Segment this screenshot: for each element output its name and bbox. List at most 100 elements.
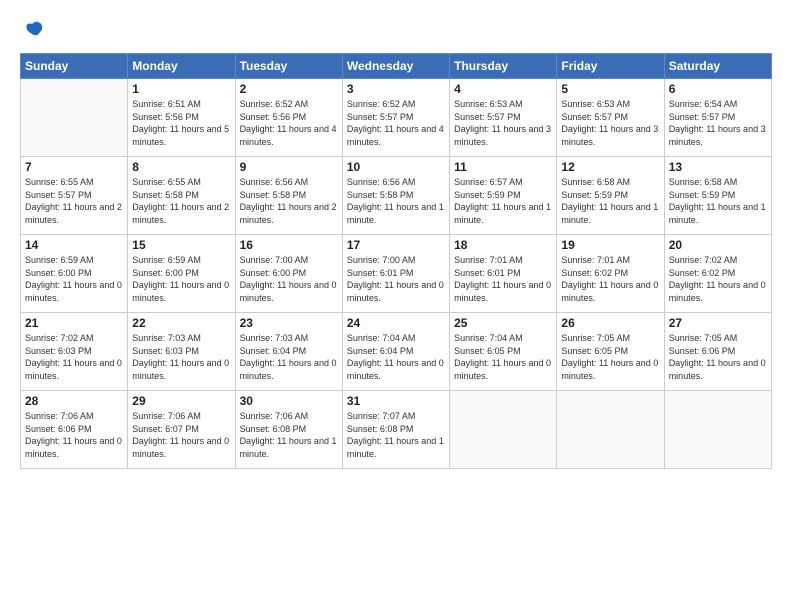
calendar-cell: 3 Sunrise: 6:52 AM Sunset: 5:57 PM Daylig…: [342, 79, 449, 157]
logo: [20, 18, 48, 45]
day-number: 15: [132, 238, 230, 252]
calendar-week-row: 1 Sunrise: 6:51 AM Sunset: 5:56 PM Daylig…: [21, 79, 772, 157]
day-number: 22: [132, 316, 230, 330]
day-info: Sunrise: 7:07 AM Sunset: 6:08 PM Dayligh…: [347, 410, 445, 460]
calendar-day-header: Sunday: [21, 54, 128, 79]
calendar-cell: 12 Sunrise: 6:58 AM Sunset: 5:59 PM Dayli…: [557, 157, 664, 235]
calendar-cell: 16Sunrise: 7:00 AM Sunset: 6:00 PM Dayli…: [235, 235, 342, 313]
calendar-week-row: 28 Sunrise: 7:06 AM Sunset: 6:06 PM Dayli…: [21, 391, 772, 469]
day-number: 7: [25, 160, 123, 174]
day-info: Sunrise: 6:55 AM Sunset: 5:57 PM Dayligh…: [25, 176, 123, 226]
day-info: Sunrise: 7:04 AM Sunset: 6:05 PM Dayligh…: [454, 332, 552, 382]
calendar-day-header: Tuesday: [235, 54, 342, 79]
day-info: Sunrise: 7:06 AM Sunset: 6:08 PM Dayligh…: [240, 410, 338, 460]
calendar-cell: 22 Sunrise: 7:03 AM Sunset: 6:03 PM Dayli…: [128, 313, 235, 391]
calendar-cell: [557, 391, 664, 469]
day-number: 17: [347, 238, 445, 252]
day-info: Sunrise: 7:02 AM Sunset: 6:02 PM Dayligh…: [669, 254, 767, 304]
calendar-cell: 14 Sunrise: 6:59 AM Sunset: 6:00 PM Dayli…: [21, 235, 128, 313]
day-number: 4: [454, 82, 552, 96]
day-info: Sunrise: 6:54 AM Sunset: 5:57 PM Dayligh…: [669, 98, 767, 148]
calendar-header-row: SundayMondayTuesdayWednesdayThursdayFrid…: [21, 54, 772, 79]
day-info: Sunrise: 6:56 AM Sunset: 5:58 PM Dayligh…: [240, 176, 338, 226]
calendar-day-header: Wednesday: [342, 54, 449, 79]
day-info: Sunrise: 7:06 AM Sunset: 6:06 PM Dayligh…: [25, 410, 123, 460]
day-info: Sunrise: 7:06 AM Sunset: 6:07 PM Dayligh…: [132, 410, 230, 460]
calendar-table: SundayMondayTuesdayWednesdayThursdayFrid…: [20, 53, 772, 469]
day-info: Sunrise: 6:59 AM Sunset: 6:00 PM Dayligh…: [132, 254, 230, 304]
day-number: 14: [25, 238, 123, 252]
day-number: 1: [132, 82, 230, 96]
calendar-cell: 13 Sunrise: 6:58 AM Sunset: 5:59 PM Dayli…: [664, 157, 771, 235]
header: [20, 18, 772, 45]
day-number: 29: [132, 394, 230, 408]
day-info: Sunrise: 6:57 AM Sunset: 5:59 PM Dayligh…: [454, 176, 552, 226]
calendar-cell: [450, 391, 557, 469]
day-number: 31: [347, 394, 445, 408]
day-info: Sunrise: 6:56 AM Sunset: 5:58 PM Dayligh…: [347, 176, 445, 226]
day-number: 10: [347, 160, 445, 174]
day-number: 19: [561, 238, 659, 252]
day-info: Sunrise: 6:52 AM Sunset: 5:56 PM Dayligh…: [240, 98, 338, 148]
day-info: Sunrise: 6:55 AM Sunset: 5:58 PM Dayligh…: [132, 176, 230, 226]
calendar-cell: 9 Sunrise: 6:56 AM Sunset: 5:58 PM Daylig…: [235, 157, 342, 235]
day-info: Sunrise: 7:03 AM Sunset: 6:03 PM Dayligh…: [132, 332, 230, 382]
calendar-cell: 5 Sunrise: 6:53 AM Sunset: 5:57 PM Daylig…: [557, 79, 664, 157]
day-number: 8: [132, 160, 230, 174]
day-info: Sunrise: 7:02 AM Sunset: 6:03 PM Dayligh…: [25, 332, 123, 382]
day-info: Sunrise: 6:53 AM Sunset: 5:57 PM Dayligh…: [561, 98, 659, 148]
day-number: 3: [347, 82, 445, 96]
calendar-cell: 27Sunrise: 7:05 AM Sunset: 6:06 PM Dayli…: [664, 313, 771, 391]
day-info: Sunrise: 7:04 AM Sunset: 6:04 PM Dayligh…: [347, 332, 445, 382]
day-number: 9: [240, 160, 338, 174]
day-number: 16: [240, 238, 338, 252]
calendar-cell: 29 Sunrise: 7:06 AM Sunset: 6:07 PM Dayli…: [128, 391, 235, 469]
calendar-cell: 21Sunrise: 7:02 AM Sunset: 6:03 PM Dayli…: [21, 313, 128, 391]
calendar-cell: 25Sunrise: 7:04 AM Sunset: 6:05 PM Dayli…: [450, 313, 557, 391]
day-info: Sunrise: 7:05 AM Sunset: 6:06 PM Dayligh…: [669, 332, 767, 382]
day-number: 2: [240, 82, 338, 96]
day-info: Sunrise: 6:52 AM Sunset: 5:57 PM Dayligh…: [347, 98, 445, 148]
day-info: Sunrise: 7:05 AM Sunset: 6:05 PM Dayligh…: [561, 332, 659, 382]
calendar-cell: 23 Sunrise: 7:03 AM Sunset: 6:04 PM Dayli…: [235, 313, 342, 391]
calendar-cell: [664, 391, 771, 469]
calendar-cell: 17 Sunrise: 7:00 AM Sunset: 6:01 PM Dayli…: [342, 235, 449, 313]
day-info: Sunrise: 7:01 AM Sunset: 6:01 PM Dayligh…: [454, 254, 552, 304]
calendar-week-row: 14 Sunrise: 6:59 AM Sunset: 6:00 PM Dayli…: [21, 235, 772, 313]
calendar-cell: 19Sunrise: 7:01 AM Sunset: 6:02 PM Dayli…: [557, 235, 664, 313]
day-info: Sunrise: 6:58 AM Sunset: 5:59 PM Dayligh…: [561, 176, 659, 226]
logo-icon: [22, 18, 44, 40]
calendar-cell: 31 Sunrise: 7:07 AM Sunset: 6:08 PM Dayli…: [342, 391, 449, 469]
calendar-cell: [21, 79, 128, 157]
day-number: 24: [347, 316, 445, 330]
calendar-cell: 6Sunrise: 6:54 AM Sunset: 5:57 PM Daylig…: [664, 79, 771, 157]
day-info: Sunrise: 6:53 AM Sunset: 5:57 PM Dayligh…: [454, 98, 552, 148]
calendar-cell: 26 Sunrise: 7:05 AM Sunset: 6:05 PM Dayli…: [557, 313, 664, 391]
calendar-day-header: Monday: [128, 54, 235, 79]
day-number: 11: [454, 160, 552, 174]
calendar-week-row: 21Sunrise: 7:02 AM Sunset: 6:03 PM Dayli…: [21, 313, 772, 391]
calendar-cell: 18Sunrise: 7:01 AM Sunset: 6:01 PM Dayli…: [450, 235, 557, 313]
day-number: 13: [669, 160, 767, 174]
day-number: 26: [561, 316, 659, 330]
day-info: Sunrise: 6:58 AM Sunset: 5:59 PM Dayligh…: [669, 176, 767, 226]
calendar-cell: 7 Sunrise: 6:55 AM Sunset: 5:57 PM Daylig…: [21, 157, 128, 235]
calendar-day-header: Thursday: [450, 54, 557, 79]
calendar-cell: 11 Sunrise: 6:57 AM Sunset: 5:59 PM Dayli…: [450, 157, 557, 235]
calendar-cell: 8 Sunrise: 6:55 AM Sunset: 5:58 PM Daylig…: [128, 157, 235, 235]
calendar-cell: 20 Sunrise: 7:02 AM Sunset: 6:02 PM Dayli…: [664, 235, 771, 313]
calendar-week-row: 7 Sunrise: 6:55 AM Sunset: 5:57 PM Daylig…: [21, 157, 772, 235]
day-number: 23: [240, 316, 338, 330]
calendar-cell: 1 Sunrise: 6:51 AM Sunset: 5:56 PM Daylig…: [128, 79, 235, 157]
day-number: 5: [561, 82, 659, 96]
day-info: Sunrise: 7:03 AM Sunset: 6:04 PM Dayligh…: [240, 332, 338, 382]
day-number: 20: [669, 238, 767, 252]
day-info: Sunrise: 6:51 AM Sunset: 5:56 PM Dayligh…: [132, 98, 230, 148]
day-number: 12: [561, 160, 659, 174]
calendar-day-header: Friday: [557, 54, 664, 79]
page: SundayMondayTuesdayWednesdayThursdayFrid…: [0, 0, 792, 612]
day-info: Sunrise: 6:59 AM Sunset: 6:00 PM Dayligh…: [25, 254, 123, 304]
calendar-cell: 24 Sunrise: 7:04 AM Sunset: 6:04 PM Dayli…: [342, 313, 449, 391]
day-number: 28: [25, 394, 123, 408]
day-info: Sunrise: 7:00 AM Sunset: 6:01 PM Dayligh…: [347, 254, 445, 304]
